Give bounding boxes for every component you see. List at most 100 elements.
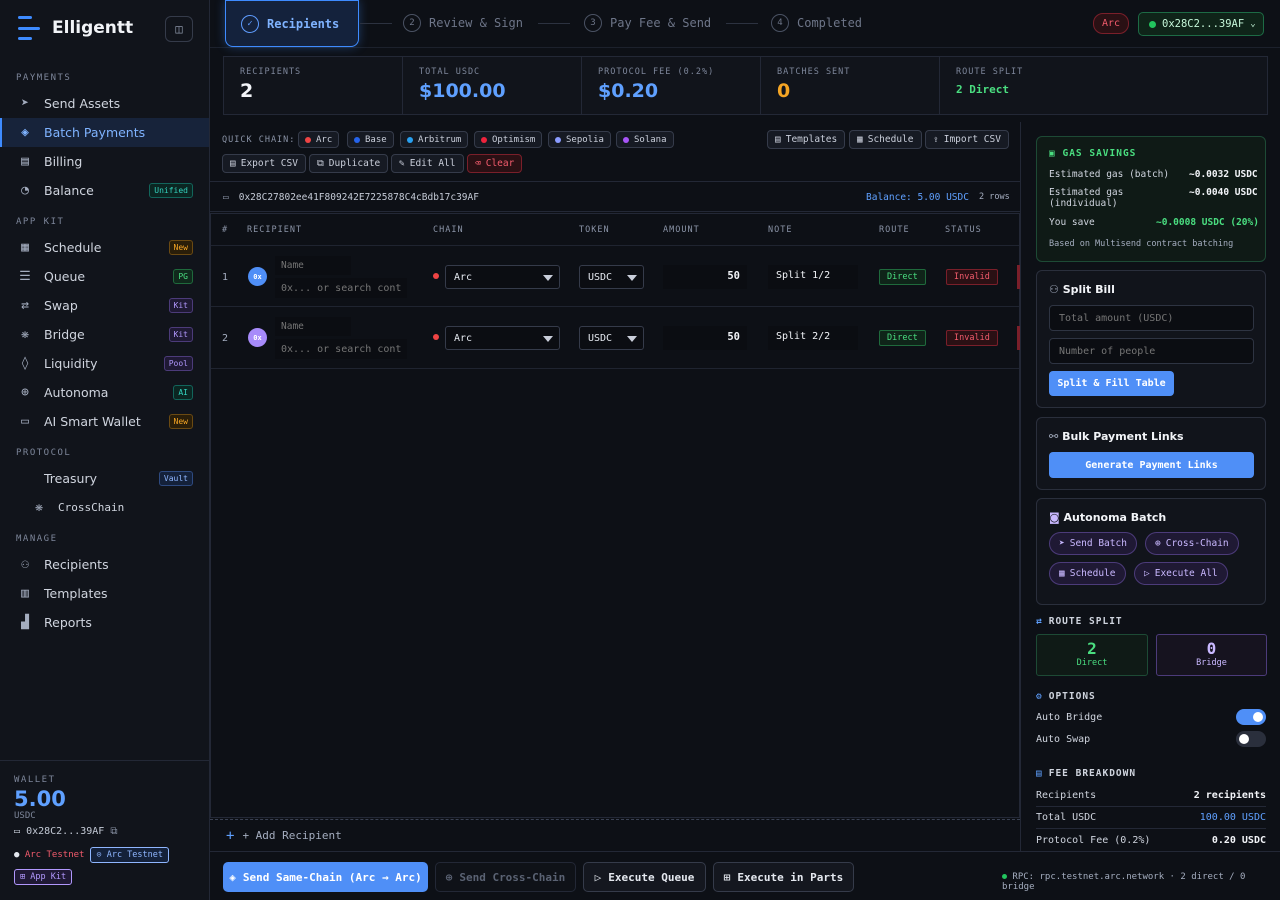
direct-count-box: 2 Direct — [1036, 634, 1148, 676]
send-same-chain-button[interactable]: ◈ Send Same-Chain (Arc → Arc) — [223, 862, 428, 892]
duplicate-button[interactable]: ⧉ Duplicate — [309, 154, 389, 173]
split-fill-button[interactable]: Split & Fill Table — [1049, 371, 1174, 396]
step-recipients[interactable]: ✓ Recipients — [225, 0, 359, 47]
token-select[interactable]: USDC — [579, 265, 644, 289]
gas-save-value: ~0.0008 USDC (20%) — [1156, 217, 1259, 228]
badge-kit: Kit — [168, 298, 193, 313]
step-pay-fee-send[interactable]: 3 Pay Fee & Send — [584, 14, 711, 32]
recipient-address-input[interactable] — [275, 278, 407, 298]
button-label: Schedule — [867, 134, 914, 145]
autonoma-batch-card: ◙ Autonoma Batch ➤ Send Batch ⊕ Cross-Chai… — [1036, 498, 1266, 605]
collapse-sidebar-button[interactable]: ◫ — [165, 16, 193, 42]
schedule-button[interactable]: ▦ Schedule — [849, 130, 922, 149]
bridge-count-box: 0 Bridge — [1156, 634, 1267, 676]
sidebar-item-send-assets[interactable]: ➤ Send Assets — [0, 89, 209, 118]
chain-select[interactable]: Arc — [445, 265, 560, 289]
network-status-label: Arc Testnet — [24, 850, 85, 860]
step-review-sign[interactable]: 2 Review & Sign — [403, 14, 523, 32]
recipient-name-input[interactable] — [275, 317, 351, 336]
sidebar-item-reports[interactable]: ▟ Reports — [0, 608, 209, 637]
droplet-icon: ◊ — [21, 356, 29, 371]
header-chain: CHAIN — [433, 225, 464, 235]
auto-bridge-toggle[interactable] — [1236, 709, 1266, 725]
sidebar-item-liquidity[interactable]: ◊ Liquidity Pool — [0, 349, 209, 378]
logo[interactable]: Elligentt — [18, 16, 133, 40]
button-label: Duplicate — [328, 158, 381, 169]
app-kit-chip[interactable]: ⊞ App Kit — [14, 869, 73, 885]
chain-chip-arbitrum[interactable]: Arbitrum — [400, 131, 469, 148]
add-recipient-button[interactable]: + + Add Recipient — [210, 819, 1020, 851]
globe-icon: ⊕ — [445, 870, 453, 884]
sidebar-item-label: Autonoma — [44, 385, 109, 400]
generate-links-button[interactable]: Generate Payment Links — [1049, 452, 1254, 478]
send-cross-chain-button[interactable]: ⊕ Send Cross-Chain — [435, 862, 576, 892]
total-amount-input[interactable] — [1049, 305, 1254, 331]
gas-savings-card: ▣ GAS SAVINGS Estimated gas (batch) ~0.0… — [1036, 136, 1266, 262]
amount-input[interactable]: 50 — [663, 265, 747, 289]
right-panel: ▣ GAS SAVINGS Estimated gas (batch) ~0.0… — [1020, 122, 1280, 851]
globe-icon: ⊕ — [21, 385, 29, 400]
import-csv-button[interactable]: ⇪ Import CSV — [925, 130, 1009, 149]
network-badge[interactable]: Arc — [1093, 13, 1129, 34]
wallet-address-button[interactable]: 0x28C2...39AF ⌄ — [1138, 12, 1264, 36]
copy-icon[interactable]: ⧉ — [110, 826, 117, 837]
wallet-address: 0x28C2...39AF — [26, 826, 105, 837]
sidebar-item-batch-payments[interactable]: ◈ Batch Payments — [0, 118, 209, 147]
clear-button[interactable]: ⌫ Clear — [467, 154, 523, 173]
amount-input[interactable]: 50 — [663, 326, 747, 350]
sidebar-item-treasury[interactable]: Treasury Vault — [0, 464, 209, 493]
layers-icon: ◈ — [21, 125, 29, 140]
sidebar-item-balance[interactable]: ◔ Balance Unified — [0, 176, 209, 205]
wallet-label: WALLET — [14, 775, 56, 785]
number-of-people-input[interactable] — [1049, 338, 1254, 364]
sidebar-item-crosschain[interactable]: ❋ CrossChain — [0, 493, 209, 522]
sidebar-item-ai-smart-wallet[interactable]: ▭ AI Smart Wallet New — [0, 407, 209, 436]
sidebar-item-autonoma[interactable]: ⊕ Autonoma AI — [0, 378, 209, 407]
sidebar-item-schedule[interactable]: ▦ Schedule New — [0, 233, 209, 262]
chain-chip-base[interactable]: Base — [347, 131, 394, 148]
execute-queue-button[interactable]: ▷ Execute Queue — [583, 862, 706, 892]
chain-dot — [407, 136, 413, 143]
note-input[interactable]: Split 2/2 — [768, 326, 858, 350]
stepper: ✓ Recipients 2 Review & Sign 3 Pay Fee & S… — [210, 0, 1280, 48]
bridge-label: Bridge — [1196, 658, 1227, 668]
dropdown-arrow-icon — [543, 275, 553, 281]
stat-label: BATCHES SENT — [777, 67, 851, 77]
wallet-icon: ▭ — [223, 191, 229, 203]
sidebar-item-billing[interactable]: ▤ Billing — [0, 147, 209, 176]
token-select[interactable]: USDC — [579, 326, 644, 350]
recipient-name-input[interactable] — [275, 256, 351, 275]
document-icon: ▤ — [21, 154, 29, 169]
sidebar-item-recipients[interactable]: ⚇ Recipients — [0, 550, 209, 579]
sidebar-item-label: Templates — [44, 586, 108, 601]
chain-chip-arc[interactable]: Arc — [298, 131, 340, 148]
export-csv-button[interactable]: ▤ Export CSV — [222, 154, 306, 173]
edit-all-button[interactable]: ✎ Edit All — [391, 154, 464, 173]
step-completed[interactable]: 4 Completed — [771, 14, 862, 32]
auto-swap-toggle[interactable] — [1236, 731, 1266, 747]
cross-chain-button[interactable]: ⊕ Cross-Chain — [1145, 532, 1239, 555]
chain-chip-optimism[interactable]: Optimism — [474, 131, 543, 148]
route-badge: Direct — [879, 269, 926, 285]
person-icon: ● — [14, 850, 20, 860]
execute-all-button[interactable]: ▷ Execute All — [1134, 562, 1228, 585]
badge-pg: PG — [173, 269, 193, 284]
note-input[interactable]: Split 1/2 — [768, 265, 858, 289]
sidebar-item-queue[interactable]: ☰ Queue PG — [0, 262, 209, 291]
schedule-batch-button[interactable]: ▦ Schedule — [1049, 562, 1126, 585]
templates-button[interactable]: ▤ Templates — [767, 130, 846, 149]
chain-chip-sepolia[interactable]: Sepolia — [548, 131, 611, 148]
chain-select[interactable]: Arc — [445, 326, 560, 350]
send-batch-button[interactable]: ➤ Send Batch — [1049, 532, 1137, 555]
sidebar-item-templates[interactable]: ▥ Templates — [0, 579, 209, 608]
recipients-table: # RECIPIENT CHAIN TOKEN AMOUNT NOTE ROUT… — [210, 213, 1020, 818]
split-bill-card: ⚇ Split Bill Split & Fill Table — [1036, 270, 1266, 408]
execute-in-parts-button[interactable]: ⊞ Execute in Parts — [713, 862, 854, 892]
recipient-address-input[interactable] — [275, 339, 407, 359]
chain-chip-solana[interactable]: Solana — [616, 131, 674, 148]
sidebar-item-swap[interactable]: ⇄ Swap Kit — [0, 291, 209, 320]
play-icon: ▷ — [1144, 568, 1150, 579]
sidebar-item-bridge[interactable]: ❋ Bridge Kit — [0, 320, 209, 349]
template-icon: ▥ — [21, 586, 29, 601]
network-chip[interactable]: ⊙ Arc Testnet — [90, 847, 169, 863]
